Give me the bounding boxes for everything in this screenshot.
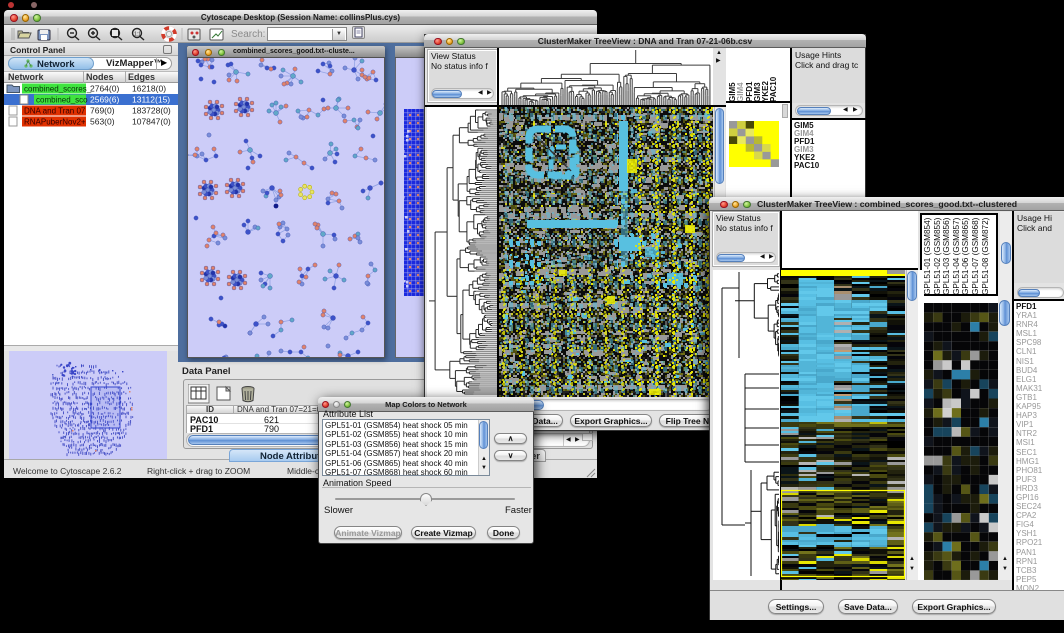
svg-text:13112(15): 13112(15)	[132, 95, 170, 105]
svg-text:183728(0): 183728(0)	[132, 106, 171, 116]
svg-text:GPL51-02 (GSM855): GPL51-02 (GSM855)	[933, 217, 942, 294]
svg-text:PAC10: PAC10	[769, 76, 778, 102]
svg-text:GPL51-03 (GSM856): GPL51-03 (GSM856)	[942, 217, 951, 294]
svg-text:combined_scores_: combined_scores_	[24, 85, 92, 94]
svg-text:2764(0): 2764(0)	[90, 84, 119, 94]
svg-text:GIM4: GIM4	[736, 82, 745, 102]
svg-text:combined_sco: combined_sco	[36, 96, 88, 105]
svg-text:1:1: 1:1	[134, 32, 141, 38]
svg-text:769(0): 769(0)	[90, 106, 115, 116]
svg-text:2569(6): 2569(6)	[90, 95, 119, 105]
svg-text:563(0): 563(0)	[90, 117, 115, 127]
svg-text:GPL51-07 (GSM868): GPL51-07 (GSM868)	[971, 217, 980, 294]
svg-text:GPL51-06 (GSM865): GPL51-06 (GSM865)	[961, 217, 970, 294]
svg-text:GPL51-01 (GSM854): GPL51-01 (GSM854)	[923, 217, 932, 294]
svg-text:DNA and Tran 07: DNA and Tran 07	[24, 107, 86, 116]
svg-text:16218(0): 16218(0)	[132, 84, 166, 94]
svg-text:107847(0): 107847(0)	[132, 117, 171, 127]
svg-text:GPL51-04 (GSM857): GPL51-04 (GSM857)	[952, 217, 961, 294]
svg-text:GPL51-08 (GSM872): GPL51-08 (GSM872)	[981, 217, 990, 294]
svg-text:RNAPuberNov2+: RNAPuberNov2+	[24, 118, 86, 127]
